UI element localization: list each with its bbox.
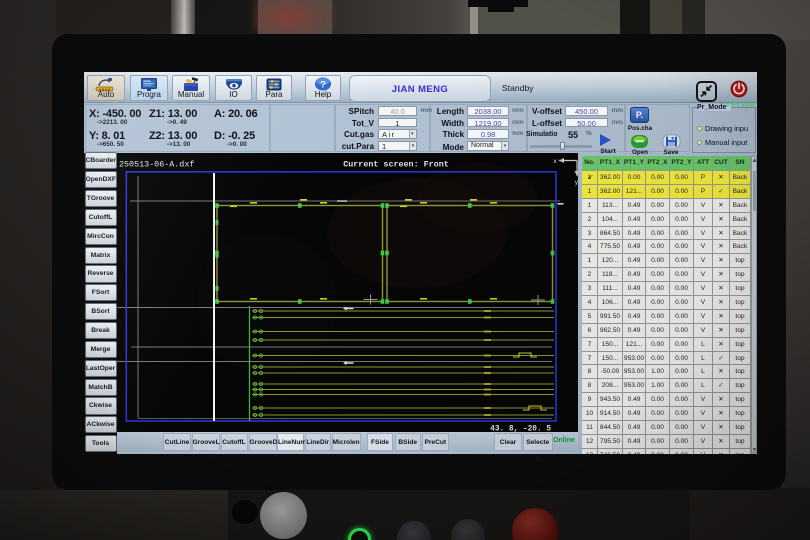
svg-text:x: x: [553, 158, 557, 165]
svg-text:?: ?: [320, 79, 326, 90]
svg-text:Current screen: Front: Current screen: Front: [343, 160, 449, 170]
svg-text:250513-06-A.dxf: 250513-06-A.dxf: [119, 160, 194, 170]
